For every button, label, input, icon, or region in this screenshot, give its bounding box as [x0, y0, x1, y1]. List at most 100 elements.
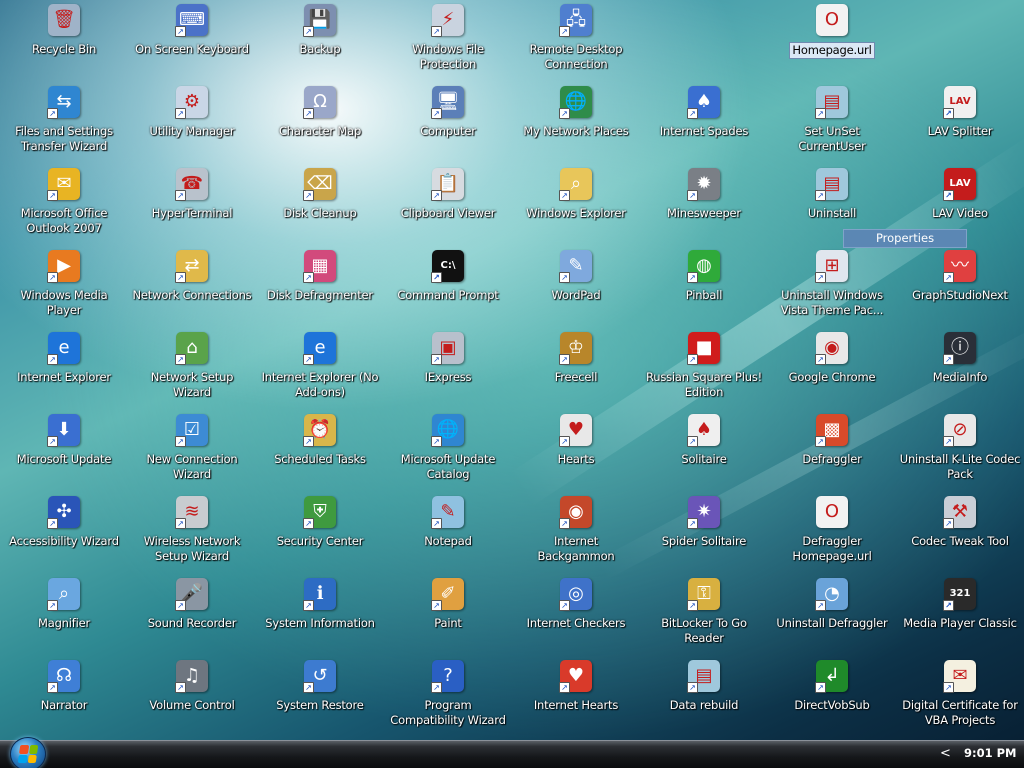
- desktop-icon-scheduled-tasks[interactable]: ⏰ ↗ Scheduled Tasks: [256, 412, 384, 492]
- desktop-icon-label: Backup: [299, 42, 341, 56]
- microsoft-update-icon: ⬇ ↗: [47, 414, 80, 447]
- desktop-icon-label: Narrator: [40, 698, 88, 712]
- desktop-icon-wordpad[interactable]: ✎ ↗ WordPad: [512, 248, 640, 328]
- icon-glyph: Ω: [313, 91, 327, 112]
- desktop-icon-network-setup-wizard[interactable]: ⌂ ↗ Network Setup Wizard: [128, 330, 256, 410]
- desktop-icon-uninstall-defraggler[interactable]: ◔ ↗ Uninstall Defraggler: [768, 576, 896, 656]
- desktop-icon-system-information[interactable]: ℹ ↗ System Information: [256, 576, 384, 656]
- desktop-icon-volume-control[interactable]: ♫ ↗ Volume Control: [128, 658, 256, 738]
- desktop-icon-bitlocker-to-go-reader[interactable]: ⚿ ↗ BitLocker To Go Reader: [640, 576, 768, 656]
- desktop-icon-my-network-places[interactable]: 🌐 ↗ My Network Places: [512, 84, 640, 164]
- desktop-icon-remote-desktop-connection[interactable]: 🖧 ↗ Remote Desktop Connection: [512, 2, 640, 82]
- icon-glyph: ⚿: [697, 583, 711, 604]
- desktop-icon-internet-backgammon[interactable]: ◉ ↗ Internet Backgammon: [512, 494, 640, 574]
- desktop-icon-recycle-bin[interactable]: 🗑 Recycle Bin: [0, 2, 128, 82]
- desktop-icon-wireless-network-setup-wizard[interactable]: ≋ ↗ Wireless Network Setup Wizard: [128, 494, 256, 574]
- desktop-icon-character-map[interactable]: Ω ↗ Character Map: [256, 84, 384, 164]
- desktop-icon-minesweeper[interactable]: ✹ ↗ Minesweeper: [640, 166, 768, 246]
- desktop-icon-disk-defragmenter[interactable]: ▦ ↗ Disk Defragmenter: [256, 248, 384, 328]
- desktop-icon-computer[interactable]: 🖥 ↗ Computer: [384, 84, 512, 164]
- desktop-icon-sound-recorder[interactable]: 🎤 ↗ Sound Recorder: [128, 576, 256, 656]
- desktop-icon-set-unset-currentuser[interactable]: ▤ ↗ Set UnSet CurrentUser: [768, 84, 896, 164]
- desktop-icon-disk-cleanup[interactable]: ⌫ ↗ Disk Cleanup: [256, 166, 384, 246]
- desktop-icon-uninstall-k-lite-codec-pack[interactable]: ⊘ ↗ Uninstall K-Lite Codec Pack: [896, 412, 1024, 492]
- icon-glyph: ⚙: [183, 91, 201, 112]
- desktop-icon-files-and-settings-transfer-wizard[interactable]: ⇆ ↗ Files and Settings Transfer Wizard: [0, 84, 128, 164]
- desktop-icon-utility-manager[interactable]: ⚙ ↗ Utility Manager: [128, 84, 256, 164]
- shortcut-arrow-icon: ↗: [303, 108, 314, 119]
- desktop-icon-label: System Restore: [276, 698, 364, 712]
- desktop-icon-label: DirectVobSub: [794, 698, 870, 712]
- desktop-icon-microsoft-update[interactable]: ⬇ ↗ Microsoft Update: [0, 412, 128, 492]
- desktop-icon-data-rebuild[interactable]: ▤ ↗ Data rebuild: [640, 658, 768, 738]
- desktop-icon-uninstall-windows-vista-theme-pac[interactable]: ⊞ ↗ Uninstall Windows Vista Theme Pac...: [768, 248, 896, 328]
- desktop-icon-label: Clipboard Viewer: [400, 206, 496, 220]
- desktop-icon-paint[interactable]: ✐ ↗ Paint: [384, 576, 512, 656]
- desktop-icon-solitaire[interactable]: ♠ ↗ Solitaire: [640, 412, 768, 492]
- desktop-icon-internet-spades[interactable]: ♠ ↗ Internet Spades: [640, 84, 768, 164]
- start-button[interactable]: [10, 737, 46, 768]
- desktop-icon-narrator[interactable]: ☊ ↗ Narrator: [0, 658, 128, 738]
- icon-glyph: ⇆: [56, 91, 72, 112]
- desktop-icon-internet-explorer[interactable]: e ↗ Internet Explorer: [0, 330, 128, 410]
- desktop-icon-program-compatibility-wizard[interactable]: ? ↗ Program Compatibility Wizard: [384, 658, 512, 738]
- desktop-icon-google-chrome[interactable]: ◉ ↗ Google Chrome: [768, 330, 896, 410]
- explorer-icon: ⌕ ↗: [559, 168, 592, 201]
- icon-glyph: ✣: [56, 501, 72, 522]
- desktop-icon-internet-hearts[interactable]: ♥ ↗ Internet Hearts: [512, 658, 640, 738]
- desktop-icon-network-connections[interactable]: ⇄ ↗ Network Connections: [128, 248, 256, 328]
- desktop-icon-pinball[interactable]: ◍ ↗ Pinball: [640, 248, 768, 328]
- desktop-icon-internet-checkers[interactable]: ◎ ↗ Internet Checkers: [512, 576, 640, 656]
- icon-glyph: ▤: [823, 91, 841, 112]
- desktop-icon-accessibility-wizard[interactable]: ✣ ↗ Accessibility Wizard: [0, 494, 128, 574]
- shortcut-arrow-icon: ↗: [559, 436, 570, 447]
- desktop-icon-directvobsub[interactable]: ↲ ↗ DirectVobSub: [768, 658, 896, 738]
- desktop-icon-windows-media-player[interactable]: ▶ ↗ Windows Media Player: [0, 248, 128, 328]
- desktop-icon-clipboard-viewer[interactable]: 📋 ↗ Clipboard Viewer: [384, 166, 512, 246]
- desktop-icon-system-restore[interactable]: ↺ ↗ System Restore: [256, 658, 384, 738]
- desktop-icon-hyperterminal[interactable]: ☎ ↗ HyperTerminal: [128, 166, 256, 246]
- icon-glyph: ☑: [183, 419, 201, 440]
- icon-glyph: ◎: [568, 583, 584, 604]
- desktop-icon-graphstudionext[interactable]: 〰 ↗ GraphStudioNext: [896, 248, 1024, 328]
- shortcut-arrow-icon: ↗: [559, 272, 570, 283]
- desktop-icon-lav-splitter[interactable]: LAV ↗ LAV Splitter: [896, 84, 1024, 164]
- clock[interactable]: 9:01 PM: [964, 746, 1016, 760]
- desktop-icon-internet-explorer-no-add-ons[interactable]: e ↗ Internet Explorer (No Add-ons): [256, 330, 384, 410]
- desktop-icon-spider-solitaire[interactable]: ✷ ↗ Spider Solitaire: [640, 494, 768, 574]
- desktop-icon-label: Internet Checkers: [526, 616, 626, 630]
- icon-glyph: ▩: [823, 419, 841, 440]
- icon-glyph: ⌕: [58, 583, 70, 604]
- recycle-bin-icon: 🗑: [48, 4, 80, 36]
- desktop-icon-new-connection-wizard[interactable]: ☑ ↗ New Connection Wizard: [128, 412, 256, 492]
- desktop-icon-microsoft-office-outlook-2007[interactable]: ✉ ↗ Microsoft Office Outlook 2007: [0, 166, 128, 246]
- desktop-icon-windows-file-protection[interactable]: ⚡ ↗ Windows File Protection: [384, 2, 512, 82]
- desktop-icon-microsoft-update-catalog[interactable]: 🌐 ↗ Microsoft Update Catalog: [384, 412, 512, 492]
- desktop-icon-label: Program Compatibility Wizard: [390, 698, 506, 727]
- desktop-icon-hearts[interactable]: ♥ ↗ Hearts: [512, 412, 640, 492]
- desktop-icon-digital-certificate-for-vba-projects[interactable]: ✉ ↗ Digital Certificate for VBA Projects: [896, 658, 1024, 738]
- desktop-icon-defraggler-homepage-url[interactable]: O Defraggler Homepage.url: [768, 494, 896, 574]
- desktop-icon-defraggler[interactable]: ▩ ↗ Defraggler: [768, 412, 896, 492]
- desktop-icon-iexpress[interactable]: ▣ ↗ IExpress: [384, 330, 512, 410]
- desktop-icon-russian-square-plus-edition[interactable]: ■ ↗ Russian Square Plus! Edition: [640, 330, 768, 410]
- desktop-icon-mediainfo[interactable]: ⓘ ↗ MediaInfo: [896, 330, 1024, 410]
- desktop-icon-freecell[interactable]: ♔ ↗ Freecell: [512, 330, 640, 410]
- desktop-icon-magnifier[interactable]: ⌕ ↗ Magnifier: [0, 576, 128, 656]
- narrator-icon: ☊ ↗: [47, 660, 80, 693]
- desktop-icon-security-center[interactable]: ⛨ ↗ Security Center: [256, 494, 384, 574]
- desktop-icon-windows-explorer[interactable]: ⌕ ↗ Windows Explorer: [512, 166, 640, 246]
- desktop-icon-notepad[interactable]: ✎ ↗ Notepad: [384, 494, 512, 574]
- desktop-icon-label: Disk Defragmenter: [267, 288, 373, 302]
- icon-glyph: ⊘: [952, 419, 968, 440]
- desktop-icon-on-screen-keyboard[interactable]: ⌨ ↗ On Screen Keyboard: [128, 2, 256, 82]
- icon-glyph: ■: [695, 337, 713, 358]
- show-hidden-icons-button[interactable]: <: [940, 746, 951, 761]
- desktop-icon-backup[interactable]: 💾 ↗ Backup: [256, 2, 384, 82]
- desktop-icon-command-prompt[interactable]: C:\ ↗ Command Prompt: [384, 248, 512, 328]
- desktop-icon-media-player-classic[interactable]: 321 ↗ Media Player Classic: [896, 576, 1024, 656]
- desktop-icon-codec-tweak-tool[interactable]: ⚒ ↗ Codec Tweak Tool: [896, 494, 1024, 574]
- desktop-icon-homepage-url[interactable]: O Homepage.url: [768, 2, 896, 82]
- shortcut-arrow-icon: ↗: [47, 190, 58, 201]
- icon-glyph: 321: [949, 588, 971, 599]
